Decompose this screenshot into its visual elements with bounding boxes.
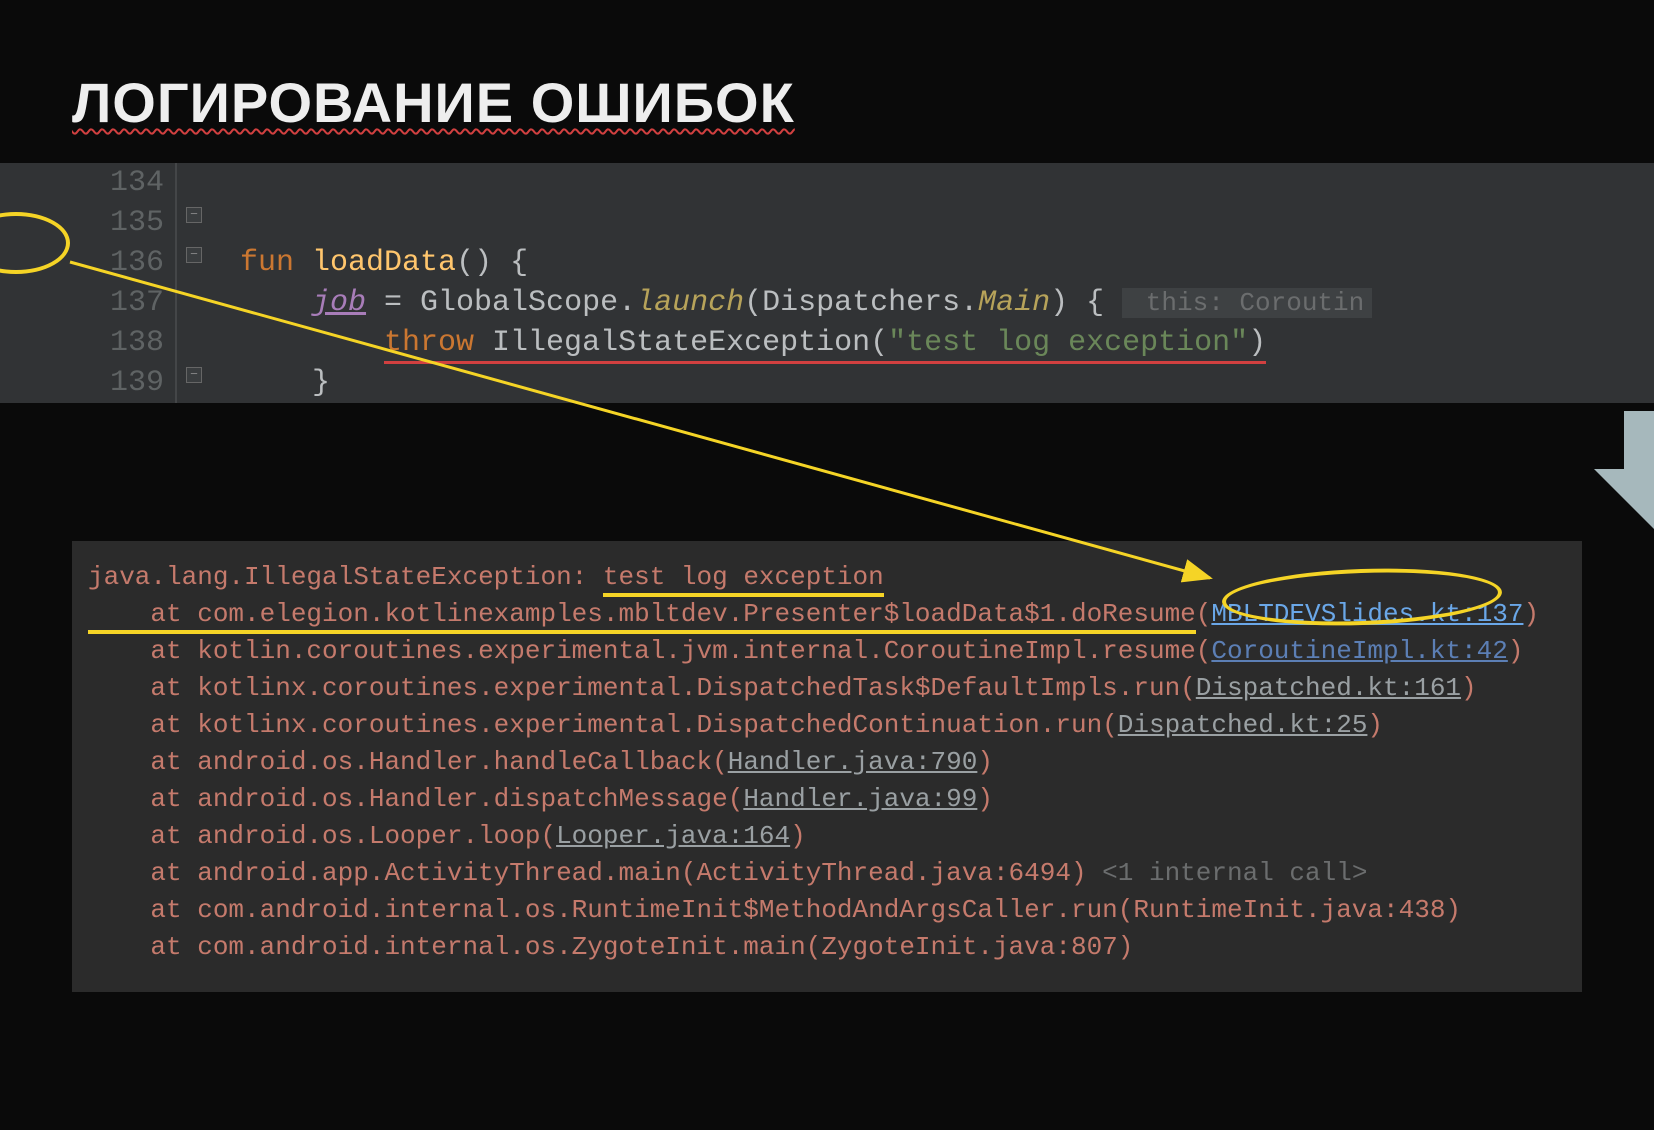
- line-number: 136: [0, 243, 180, 283]
- inlay-hint: this: Coroutin: [1122, 288, 1372, 318]
- stack-line: at android.app.ActivityThread.main(Activ…: [88, 855, 1566, 892]
- code-token: ): [1248, 326, 1266, 360]
- gutter-separator: [175, 163, 177, 403]
- slide-title: ЛОГИРОВАНИЕ ОШИБОК: [0, 0, 1654, 135]
- code-token: () {: [456, 246, 528, 280]
- arrow-down-icon: [0, 411, 1654, 541]
- collapsed-frames-hint[interactable]: <1 internal call>: [1102, 858, 1367, 888]
- function-name: loadData: [312, 246, 456, 280]
- code-token: (Dispatchers.: [744, 286, 978, 320]
- source-link[interactable]: MBLTDEVSlides.kt:137: [1211, 599, 1523, 629]
- stack-line: at android.os.Handler.handleCallback(Han…: [88, 744, 1566, 781]
- line-number: 139: [0, 363, 180, 403]
- source-link[interactable]: Looper.java:164: [556, 821, 790, 851]
- line-number: 137: [0, 283, 180, 323]
- code-token: IllegalStateException(: [474, 326, 888, 360]
- code-text[interactable]: fun loadData() { job = GlobalScope.launc…: [180, 163, 1654, 403]
- source-link[interactable]: Handler.java:790: [728, 747, 978, 777]
- stack-line: at kotlinx.coroutines.experimental.Dispa…: [88, 670, 1566, 707]
- stack-line: at com.android.internal.os.RuntimeInit$M…: [88, 892, 1566, 929]
- line-number-gutter: 134 135 136 137 138 139 − − −: [0, 163, 180, 403]
- line-number: 138: [0, 323, 180, 363]
- method-launch: launch: [636, 286, 744, 320]
- code-editor: 134 135 136 137 138 139 − − − fun loadDa…: [0, 163, 1654, 403]
- source-link[interactable]: CoroutineImpl.kt:42: [1211, 636, 1507, 666]
- stack-line: at android.os.Looper.loop(Looper.java:16…: [88, 818, 1566, 855]
- keyword-fun: fun: [240, 246, 294, 280]
- code-token: ) {: [1050, 286, 1104, 320]
- stack-line: java.lang.IllegalStateException: test lo…: [88, 559, 1566, 596]
- stack-line: at kotlin.coroutines.experimental.jvm.in…: [88, 633, 1566, 670]
- property-job: job: [312, 286, 366, 320]
- stacktrace-console: java.lang.IllegalStateException: test lo…: [72, 541, 1582, 992]
- code-token: = GlobalScope.: [366, 286, 636, 320]
- stack-line: at android.os.Handler.dispatchMessage(Ha…: [88, 781, 1566, 818]
- stack-line: at com.elegion.kotlinexamples.mbltdev.Pr…: [88, 596, 1566, 633]
- line-number: 135: [0, 203, 180, 243]
- keyword-throw: throw: [384, 326, 474, 360]
- source-link[interactable]: Dispatched.kt:161: [1196, 673, 1461, 703]
- stack-line: at com.android.internal.os.ZygoteInit.ma…: [88, 929, 1566, 966]
- source-link[interactable]: Dispatched.kt:25: [1118, 710, 1368, 740]
- dispatcher-main: Main: [978, 286, 1050, 320]
- string-literal: "test log exception": [888, 326, 1248, 360]
- line-number: 134: [0, 163, 180, 203]
- code-token: }: [312, 366, 330, 400]
- highlighted-message: test log exception: [603, 562, 884, 597]
- source-link[interactable]: Handler.java:99: [743, 784, 977, 814]
- stack-line: at kotlinx.coroutines.experimental.Dispa…: [88, 707, 1566, 744]
